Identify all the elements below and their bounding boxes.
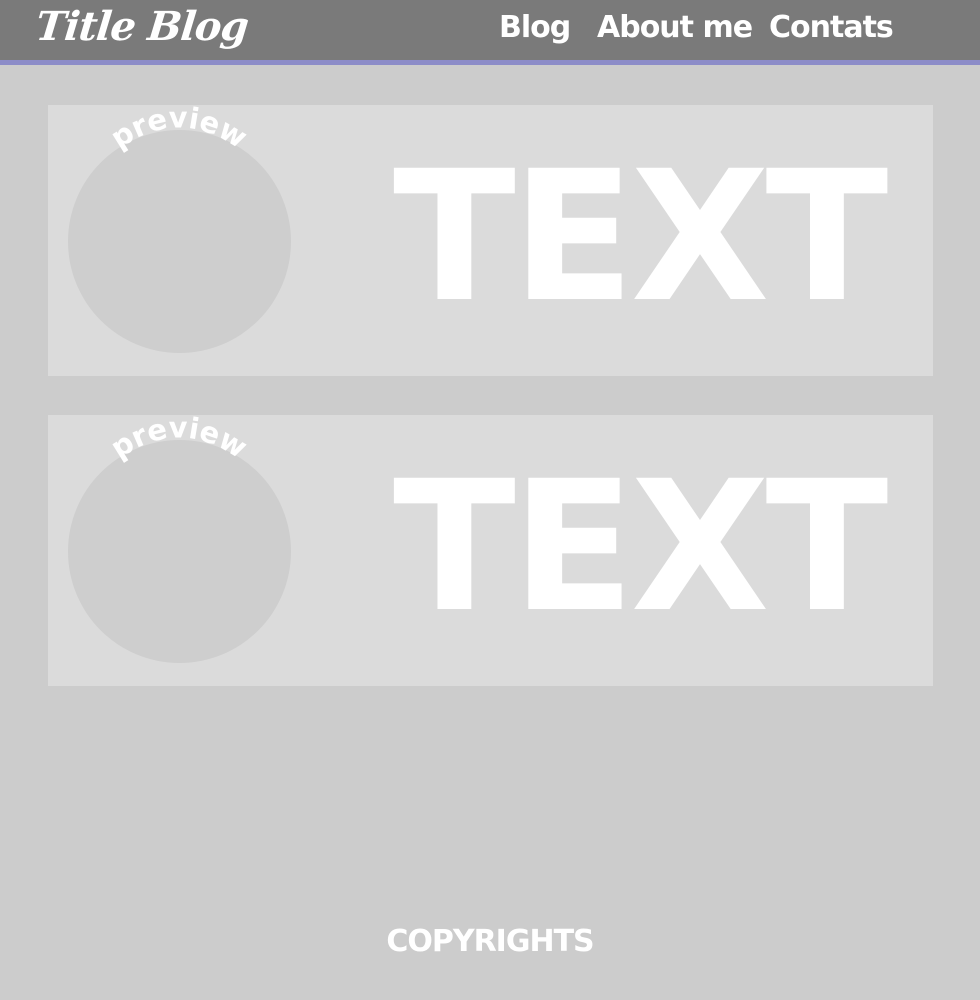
post-preview-label: preview (105, 410, 254, 464)
nav-link-about[interactable]: About me (597, 0, 753, 56)
site-title[interactable]: Title Blog (33, 1, 251, 53)
post-preview-label: preview (105, 100, 254, 154)
post-card[interactable]: preview TEXT (48, 410, 933, 686)
post-preview-text: preview (105, 100, 254, 154)
site-header: Title Blog Blog About me Contats (0, 0, 980, 65)
post-title: TEXT (393, 443, 888, 652)
site-footer: COPYRIGHTS (0, 920, 980, 964)
svg-text:preview: preview (105, 100, 254, 154)
nav-link-contacts[interactable]: Contats (769, 0, 894, 56)
post-preview-text: preview (105, 410, 254, 464)
svg-text:preview: preview (105, 410, 254, 464)
copyright-text: COPYRIGHTS (386, 924, 594, 959)
nav-link-blog[interactable]: Blog (499, 0, 571, 56)
post-card[interactable]: preview TEXT (48, 100, 933, 376)
post-title: TEXT (393, 133, 888, 342)
